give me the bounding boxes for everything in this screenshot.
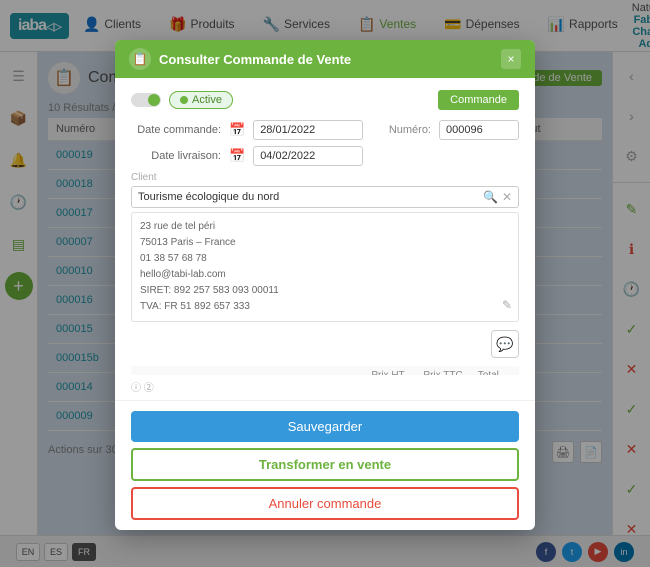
modal-actions: Sauvegarder Transformer en vente Annuler… xyxy=(115,400,535,530)
client-search-icon[interactable]: 🔍 xyxy=(483,190,498,204)
date-commande-row: Date commande: 📅 Numéro: xyxy=(131,120,519,140)
date-commande-input[interactable] xyxy=(253,120,363,140)
date-livraison-input[interactable] xyxy=(253,146,363,166)
date-livraison-row: Date livraison: 📅 xyxy=(131,146,519,166)
client-section: Client 🔍 ✕ 23 rue de tel péri 75013 Pari… xyxy=(131,172,519,322)
prod-col-total: Total TTC xyxy=(472,366,519,375)
modal-title: Consulter Commande de Vente xyxy=(159,52,351,67)
modal-header-left: 📋 Consulter Commande de Vente xyxy=(129,48,351,70)
client-clear-icon[interactable]: ✕ xyxy=(502,190,512,204)
prod-col-tva: TVA xyxy=(324,366,365,375)
client-info-box: 23 rue de tel péri 75013 Paris – France … xyxy=(131,212,519,322)
prod-col-ttc: Prix TTC (net) xyxy=(417,366,471,375)
num-label: Numéro: xyxy=(389,124,431,136)
chat-bubble-icon[interactable]: 💬 xyxy=(491,330,519,358)
transform-button[interactable]: Transformer en vente xyxy=(131,448,519,481)
client-address-line1: 23 rue de tel péri xyxy=(140,219,510,235)
client-address-line2: 75013 Paris – France xyxy=(140,235,510,251)
date-commande-label: Date commande: xyxy=(131,124,221,136)
footer-info-left: ⓘ ② xyxy=(131,379,154,394)
status-active-label: Active xyxy=(192,94,222,106)
btn-commande[interactable]: Commande xyxy=(438,90,519,110)
active-toggle[interactable] xyxy=(131,93,161,107)
prod-col-search xyxy=(249,366,275,375)
modal-header: 📋 Consulter Commande de Vente × xyxy=(115,40,535,78)
num-input[interactable] xyxy=(439,120,519,140)
modal-close-button[interactable]: × xyxy=(501,49,521,69)
status-badge: Active xyxy=(169,91,233,109)
client-search-input[interactable] xyxy=(138,191,479,203)
cancel-order-button[interactable]: Annuler commande xyxy=(131,487,519,520)
modal-overlay: 📋 Consulter Commande de Vente × Active xyxy=(0,0,650,567)
save-button[interactable]: Sauvegarder xyxy=(131,411,519,442)
calendar-icon-livraison[interactable]: 📅 xyxy=(229,148,245,164)
products-table: Produit / Service Quantité TVA Prix HT (… xyxy=(131,366,519,375)
date-livraison-label: Date livraison: xyxy=(131,150,221,162)
modal-status-bar: Active Commande xyxy=(131,90,519,110)
modal-body: Active Commande Date commande: 📅 Numéro:… xyxy=(115,78,535,375)
client-tva: TVA: FR 51 892 657 333 xyxy=(140,299,510,315)
client-search-bar[interactable]: 🔍 ✕ xyxy=(131,186,519,208)
client-section-label: Client xyxy=(131,172,519,183)
calendar-icon-commande[interactable]: 📅 xyxy=(229,122,245,138)
modal-consulter: 📋 Consulter Commande de Vente × Active xyxy=(115,40,535,530)
status-led xyxy=(180,96,188,104)
prod-col-name: Produit / Service xyxy=(131,366,249,375)
chat-icon-row: 💬 xyxy=(131,330,519,358)
client-siret: SIRET: 892 257 583 093 00011 xyxy=(140,283,510,299)
client-email: hello@tabi-lab.com xyxy=(140,267,510,283)
modal-header-icon: 📋 xyxy=(129,48,151,70)
prod-col-qty: Quantité xyxy=(274,366,324,375)
modal-footer-info: ⓘ ② xyxy=(115,375,535,400)
prod-col-ht: Prix HT (net) xyxy=(365,366,417,375)
client-edit-icon[interactable]: ✎ xyxy=(502,296,512,315)
client-phone: 01 38 57 68 78 xyxy=(140,251,510,267)
